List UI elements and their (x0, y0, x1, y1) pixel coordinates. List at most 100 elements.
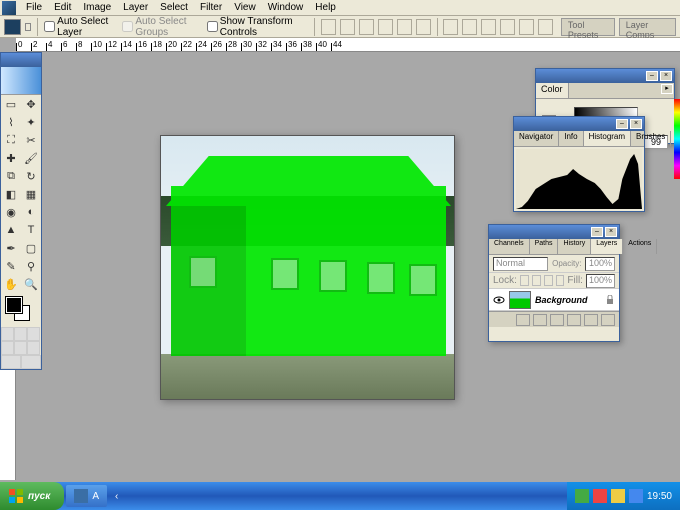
type-tool[interactable]: T (21, 221, 41, 239)
lock-all-button[interactable] (556, 275, 565, 286)
pen-tool[interactable]: ✒ (1, 239, 21, 257)
layers-panel-close-button[interactable]: × (605, 227, 617, 237)
healing-brush-tool[interactable]: ✚ (1, 149, 21, 167)
quickmask-mode-button[interactable] (14, 327, 27, 341)
current-tool-preview[interactable] (4, 19, 21, 35)
slice-tool[interactable]: ✂ (21, 131, 41, 149)
new-layer-button[interactable] (584, 314, 598, 326)
distribute-vcenter-button[interactable] (462, 19, 477, 35)
new-group-button[interactable] (567, 314, 581, 326)
channels-tab[interactable]: Channels (489, 239, 530, 254)
layer-name-label[interactable]: Background (535, 295, 588, 305)
zoom-tool[interactable]: 🔍 (21, 275, 41, 293)
layer-mask-button[interactable] (550, 314, 564, 326)
paths-tab[interactable]: Paths (530, 239, 559, 254)
layer-style-button[interactable] (533, 314, 547, 326)
color-panel-minimize-button[interactable]: – (646, 71, 658, 81)
menu-file[interactable]: File (20, 1, 48, 14)
menu-layer[interactable]: Layer (117, 1, 154, 14)
dodge-tool[interactable]: ◐ (21, 203, 41, 221)
menu-view[interactable]: View (228, 1, 262, 14)
notes-tool[interactable]: ✎ (1, 257, 21, 275)
dock-tool-presets[interactable]: Tool Presets (561, 18, 615, 36)
layer-row-background[interactable]: Background (489, 289, 619, 311)
align-right-button[interactable] (416, 19, 431, 35)
color-panel-menu-button[interactable]: ▸ (661, 84, 673, 94)
histogram-tab[interactable]: Histogram (584, 131, 631, 146)
color-panel-close-button[interactable]: × (660, 71, 672, 81)
menu-edit[interactable]: Edit (48, 1, 77, 14)
lock-transparency-button[interactable] (520, 275, 529, 286)
blur-tool[interactable]: ◉ (1, 203, 21, 221)
toolbox-titlebar[interactable] (1, 53, 41, 67)
brush-tool[interactable]: 🖌 (21, 149, 41, 167)
move-tool[interactable]: ✥ (21, 95, 41, 113)
distribute-bottom-button[interactable] (481, 19, 496, 35)
tray-icon-4[interactable] (629, 489, 643, 503)
eraser-tool[interactable]: ◧ (1, 185, 21, 203)
actions-tab[interactable]: Actions (623, 239, 657, 254)
visibility-toggle-icon[interactable] (493, 294, 505, 306)
document-window[interactable] (160, 135, 455, 400)
histogram-panel-minimize-button[interactable]: – (616, 119, 628, 129)
history-tab[interactable]: History (558, 239, 591, 254)
marquee-tool[interactable]: ▭ (1, 95, 21, 113)
history-brush-tool[interactable]: ↻ (21, 167, 41, 185)
distribute-right-button[interactable] (538, 19, 553, 35)
crop-tool[interactable]: ⛶ (1, 131, 21, 149)
shape-tool[interactable]: ▢ (21, 239, 41, 257)
color-ramp[interactable] (674, 99, 680, 179)
color-tab[interactable]: Color (536, 83, 569, 98)
eyedropper-tool[interactable]: ⚲ (21, 257, 41, 275)
brushes-tab[interactable]: Brushes (631, 131, 671, 146)
jump-extra-button[interactable] (21, 355, 41, 369)
menu-filter[interactable]: Filter (194, 1, 228, 14)
foreground-color-swatch[interactable] (6, 297, 22, 313)
blend-mode-select[interactable]: Normal (493, 257, 548, 271)
navigator-tab[interactable]: Navigator (514, 131, 559, 146)
jump-imageready-button[interactable] (1, 355, 21, 369)
menu-select[interactable]: Select (154, 1, 194, 14)
screen-standard-button[interactable] (1, 341, 14, 355)
align-hcenter-button[interactable] (397, 19, 412, 35)
distribute-left-button[interactable] (500, 19, 515, 35)
layers-panel-minimize-button[interactable]: – (591, 227, 603, 237)
layers-tab[interactable]: Layers (591, 239, 623, 254)
link-layers-button[interactable] (516, 314, 530, 326)
magic-wand-tool[interactable]: ✦ (21, 113, 41, 131)
align-bottom-button[interactable] (359, 19, 374, 35)
layer-thumbnail[interactable] (509, 291, 531, 309)
tool-preset-dropdown-icon[interactable] (25, 23, 32, 31)
gradient-tool[interactable]: ▦ (21, 185, 41, 203)
info-tab[interactable]: Info (559, 131, 583, 146)
clone-stamp-tool[interactable]: ⧉ (1, 167, 21, 185)
lock-position-button[interactable] (544, 275, 553, 286)
screen-full-menubar-button[interactable] (14, 341, 27, 355)
show-transform-controls-checkbox[interactable]: Show Transform Controls (207, 16, 309, 38)
align-vcenter-button[interactable] (340, 19, 355, 35)
start-button[interactable]: пуск (0, 482, 64, 510)
screen-mode-button[interactable] (27, 327, 40, 341)
tray-icon-1[interactable] (575, 489, 589, 503)
path-selection-tool[interactable]: ▲ (1, 221, 21, 239)
lasso-tool[interactable]: ⌇ (1, 113, 21, 131)
distribute-top-button[interactable] (443, 19, 458, 35)
horizontal-ruler[interactable]: 024681012141618202224262830323436384044 (16, 38, 680, 52)
taskbar-app-button[interactable]: A (66, 485, 107, 507)
clock[interactable]: 19:50 (647, 491, 672, 502)
lock-pixels-button[interactable] (532, 275, 541, 286)
hand-tool[interactable]: ✋ (1, 275, 21, 293)
distribute-hcenter-button[interactable] (519, 19, 534, 35)
menu-window[interactable]: Window (262, 1, 310, 14)
opacity-field[interactable]: 100% (585, 257, 615, 271)
tray-icon-3[interactable] (611, 489, 625, 503)
align-left-button[interactable] (378, 19, 393, 35)
tray-icon-2[interactable] (593, 489, 607, 503)
fill-field[interactable]: 100% (586, 274, 615, 288)
auto-select-layer-checkbox[interactable]: Auto Select Layer (44, 16, 118, 38)
menu-help[interactable]: Help (309, 1, 342, 14)
taskbar-chevron-icon[interactable]: ‹ (115, 491, 125, 502)
standard-mode-button[interactable] (1, 327, 14, 341)
auto-select-groups-checkbox[interactable]: Auto Select Groups (122, 16, 202, 38)
dock-layer-comps[interactable]: Layer Comps (619, 18, 676, 36)
